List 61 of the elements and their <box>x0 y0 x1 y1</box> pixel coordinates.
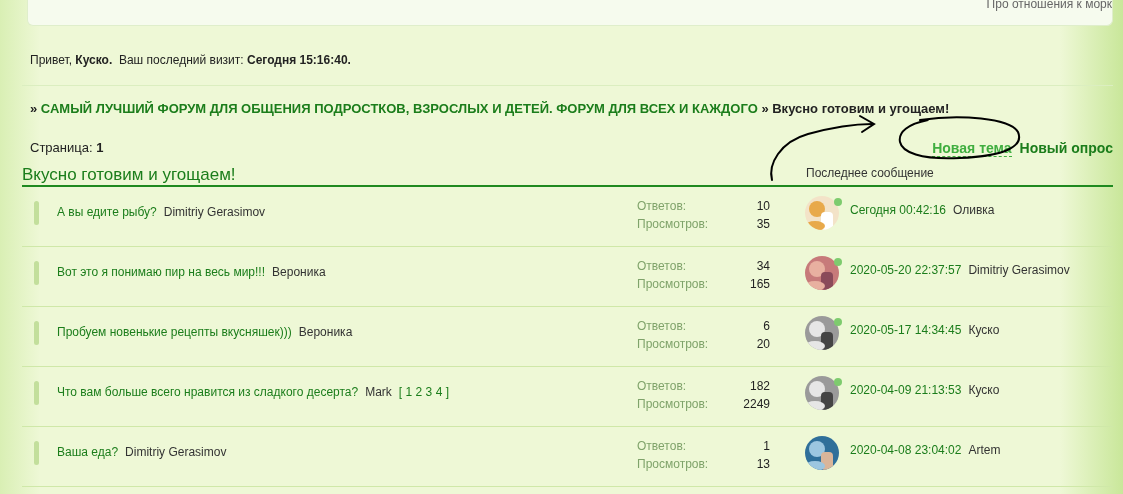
stat-label: Просмотров: <box>637 216 710 233</box>
user-name: Оливка <box>953 203 995 217</box>
user-name: Artem <box>968 443 1001 457</box>
post-time: 2020-05-20 22:37:57 <box>850 263 962 277</box>
stat-label: Просмотров: <box>637 336 710 353</box>
stat-label: Просмотров: <box>637 396 710 413</box>
topic-marker <box>34 441 39 465</box>
breadcrumb-separator: » <box>30 101 38 116</box>
action-link[interactable]: Новый опрос <box>1019 139 1113 156</box>
breadcrumb-current: Вкусно готовим и угощаем! <box>772 101 950 116</box>
page-link[interactable]: 1 <box>405 385 413 399</box>
post-time: 2020-05-17 14:34:45 <box>850 323 962 337</box>
topic-link[interactable]: Пробуем новенькие рецепты вкусняшек))) <box>57 325 292 339</box>
stat-value: 35 <box>755 216 770 233</box>
user-name: Куско <box>968 383 1000 397</box>
author-name: Dimitriy Gerasimov <box>163 205 266 219</box>
topic-marker <box>34 321 39 345</box>
card-text: Про отношения к морк <box>986 0 1112 13</box>
stat-value: 1 <box>762 438 770 455</box>
page-link[interactable]: 3 <box>425 385 433 399</box>
breadcrumb-link[interactable]: САМЫЙ ЛУЧШИЙ ФОРУМ ДЛЯ ОБЩЕНИЯ ПОДРОСТКОВ, ВЗРОСЛЫХ И ДЕТЕЙ. ФОРУМ ДЛЯ ВСЕХ И КАЖДОГО <box>40 101 758 116</box>
user-name: Куско <box>968 323 1000 337</box>
stat-value: 20 <box>755 336 770 353</box>
stat-label: Ответов: <box>637 258 688 275</box>
stat-label: Ответов: <box>637 198 688 215</box>
author-name: Вероника <box>298 325 353 339</box>
greeting-text: Привет, Куско. Ваш последний визит: Сегодня 15:16:40. <box>30 53 351 67</box>
stat-label: Просмотров: <box>637 276 710 293</box>
stat-value: 13 <box>755 456 770 473</box>
stat-label: Ответов: <box>637 318 688 335</box>
stat-value: 10 <box>755 198 770 215</box>
stat-value: 2249 <box>742 396 770 413</box>
bracket-text: [ <box>398 385 403 399</box>
stat-label: Просмотров: <box>637 456 710 473</box>
forum-title: Вкусно готовим и угощаем! <box>22 164 237 185</box>
page-link[interactable]: 2 <box>415 385 423 399</box>
topic-marker <box>34 261 39 285</box>
stat-value: 165 <box>748 276 770 293</box>
post-time: Сегодня 00:42:16 <box>850 203 947 217</box>
post-time: 2020-04-09 21:13:53 <box>850 383 962 397</box>
user-name: Dimitriy Gerasimov <box>968 263 1070 277</box>
stat-label: Ответов: <box>637 438 688 455</box>
topic-link[interactable]: А вы едите рыбу? <box>57 205 157 219</box>
topic-marker <box>34 201 39 225</box>
page-indicator: Страница: 1 <box>30 139 104 158</box>
author-name: Dimitriy Gerasimov <box>125 445 227 459</box>
stat-value: 6 <box>762 318 770 335</box>
stat-value: 182 <box>748 378 770 395</box>
topic-link[interactable]: Ваша еда? <box>57 445 119 459</box>
stat-label: Ответов: <box>637 378 688 395</box>
author-name: Mark <box>365 385 392 399</box>
stat-value: 34 <box>755 258 770 275</box>
author-name: Вероника <box>272 265 326 279</box>
topic-link[interactable]: Что вам больше всего нравится из сладкого десерта? <box>57 385 359 399</box>
breadcrumb-separator: » <box>761 101 769 116</box>
bracket-text: ] <box>445 385 449 399</box>
topic-marker <box>34 381 39 405</box>
topic-link[interactable]: Вот это я понимаю пир на весь мир!!! <box>57 265 266 279</box>
column-heading: Последнее сообщение <box>806 165 934 182</box>
page-link[interactable]: 4 <box>435 385 443 399</box>
post-time: 2020-04-08 23:04:02 <box>850 443 962 457</box>
